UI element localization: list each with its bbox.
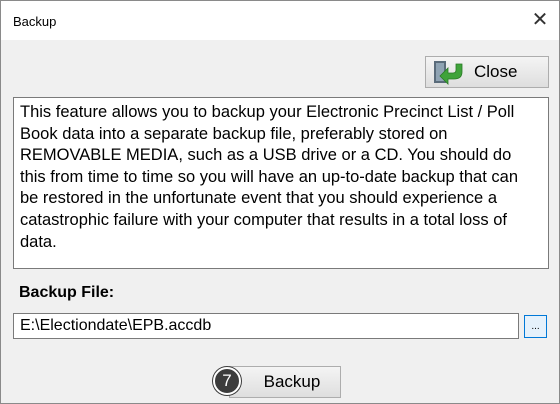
description-text: This feature allows you to backup your E… <box>13 97 549 269</box>
backup-button[interactable]: Backup <box>229 366 341 398</box>
step-number-badge: 7 <box>213 367 241 395</box>
backup-dialog: Backup ✕ Close This feature allows you t… <box>0 0 560 404</box>
close-button-label: Close <box>474 62 518 81</box>
backup-file-label: Backup File: <box>19 284 115 301</box>
window-title: Backup <box>13 14 57 29</box>
close-button[interactable]: Close <box>425 56 549 88</box>
backup-file-input[interactable] <box>13 313 519 339</box>
window-close-icon[interactable]: ✕ <box>527 7 553 33</box>
browse-button[interactable]: ... <box>524 315 547 338</box>
title-bar: Backup ✕ <box>1 1 559 40</box>
exit-arrow-icon <box>432 59 464 85</box>
